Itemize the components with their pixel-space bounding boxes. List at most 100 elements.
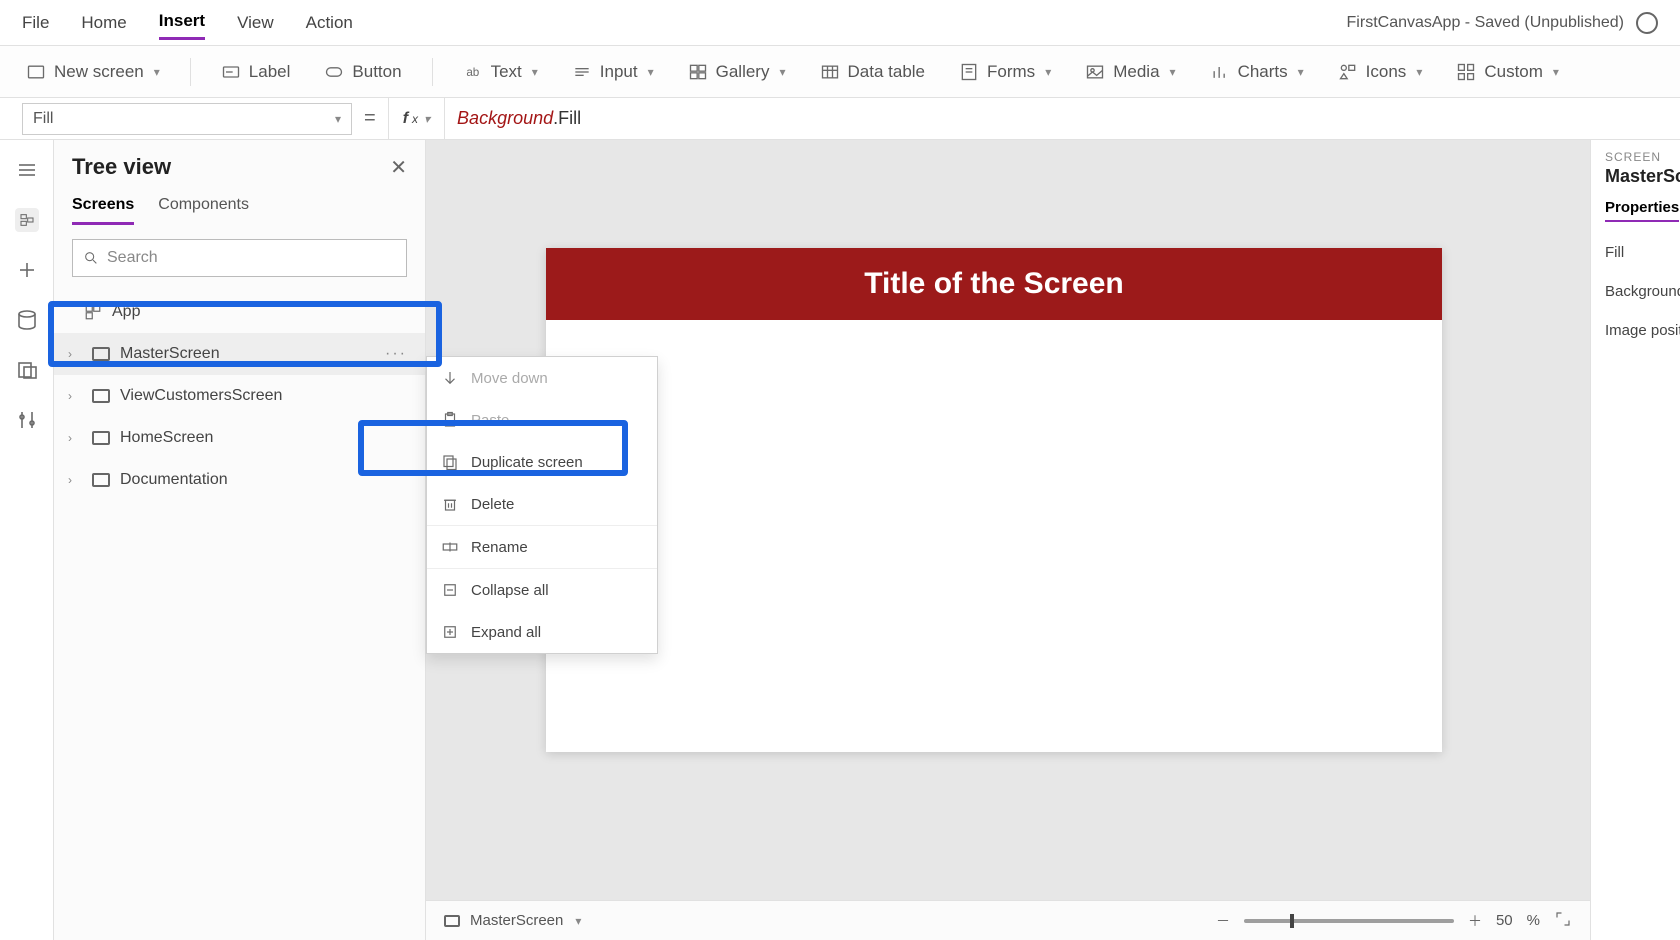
tree-item-viewcustomers[interactable]: › ViewCustomersScreen bbox=[54, 375, 425, 417]
icons-label: Icons bbox=[1366, 62, 1407, 82]
separator bbox=[432, 58, 433, 86]
fx-button[interactable]: fx ▾ bbox=[388, 98, 445, 139]
top-menu: File Home Insert View Action FirstCanvas… bbox=[0, 0, 1680, 46]
forms-label: Forms bbox=[987, 62, 1035, 82]
tab-view[interactable]: View bbox=[237, 7, 274, 39]
zoom-slider[interactable] bbox=[1244, 919, 1454, 923]
zoom-out-button[interactable]: － bbox=[1216, 911, 1230, 931]
chevron-down-icon: ▾ bbox=[532, 65, 538, 79]
icons-button[interactable]: Icons ▾ bbox=[1334, 56, 1427, 88]
zoom-in-button[interactable]: ＋ bbox=[1468, 911, 1482, 931]
charts-button[interactable]: Charts ▾ bbox=[1206, 56, 1308, 88]
left-rail bbox=[0, 140, 54, 940]
input-button[interactable]: Input ▾ bbox=[568, 56, 658, 88]
properties-tab[interactable]: Properties bbox=[1605, 199, 1679, 222]
text-button[interactable]: ab Text ▾ bbox=[459, 56, 542, 88]
tree-item-homescreen[interactable]: › HomeScreen bbox=[54, 417, 425, 459]
tree-item-app[interactable]: App bbox=[54, 291, 425, 333]
advanced-tools-icon[interactable] bbox=[15, 408, 39, 432]
app-title: FirstCanvasApp - Saved (Unpublished) bbox=[1347, 14, 1624, 32]
media-button[interactable]: Media ▾ bbox=[1081, 56, 1179, 88]
cm-duplicate-screen[interactable]: Duplicate screen bbox=[427, 441, 657, 483]
collapse-icon bbox=[441, 581, 459, 599]
tree-item-label: Documentation bbox=[120, 471, 228, 489]
screen-canvas[interactable]: Title of the Screen bbox=[546, 248, 1442, 752]
expander-icon[interactable]: › bbox=[68, 347, 82, 361]
tab-insert[interactable]: Insert bbox=[159, 5, 205, 40]
custom-button[interactable]: Custom ▾ bbox=[1452, 56, 1563, 88]
object-kind-label: SCREEN bbox=[1605, 150, 1670, 164]
tree-list: App › MasterScreen ··· › ViewCustomersSc… bbox=[54, 291, 425, 501]
status-bar: MasterScreen ▾ － ＋ 50 % bbox=[426, 900, 1590, 940]
tree-item-label: HomeScreen bbox=[120, 429, 213, 447]
app-checker-icon[interactable] bbox=[1636, 12, 1658, 34]
tab-screens[interactable]: Screens bbox=[72, 188, 134, 225]
tree-item-masterscreen[interactable]: › MasterScreen ··· bbox=[54, 333, 425, 375]
tree-view-title: Tree view bbox=[72, 154, 171, 180]
gallery-button[interactable]: Gallery ▾ bbox=[684, 56, 790, 88]
label-button[interactable]: Label bbox=[217, 56, 295, 88]
tree-view-icon[interactable] bbox=[15, 208, 39, 232]
button-button[interactable]: Button bbox=[320, 56, 405, 88]
custom-label: Custom bbox=[1484, 62, 1543, 82]
search-icon bbox=[83, 250, 99, 266]
screen-icon bbox=[92, 473, 110, 487]
status-screen-selector[interactable]: MasterScreen ▾ bbox=[444, 912, 581, 929]
screen-icon bbox=[92, 347, 110, 361]
property-selector[interactable]: Fill ▾ bbox=[22, 103, 352, 135]
chevron-down-icon: ▾ bbox=[1045, 65, 1051, 79]
expander-icon[interactable]: › bbox=[68, 431, 82, 445]
tree-item-documentation[interactable]: › Documentation bbox=[54, 459, 425, 501]
separator bbox=[190, 58, 191, 86]
expander-icon[interactable]: › bbox=[68, 473, 82, 487]
data-table-button[interactable]: Data table bbox=[816, 56, 930, 88]
insert-ribbon: New screen ▾ Label Button ab Text ▾ Inpu… bbox=[0, 46, 1680, 98]
close-icon[interactable]: ✕ bbox=[390, 155, 407, 180]
more-options-icon[interactable]: ··· bbox=[385, 345, 407, 363]
hamburger-icon[interactable] bbox=[15, 158, 39, 182]
tab-components[interactable]: Components bbox=[158, 188, 249, 225]
tree-item-label: ViewCustomersScreen bbox=[120, 387, 282, 405]
cm-rename[interactable]: Rename bbox=[427, 526, 657, 568]
expander-icon[interactable]: › bbox=[68, 389, 82, 403]
text-label: Text bbox=[491, 62, 522, 82]
data-icon[interactable] bbox=[15, 308, 39, 332]
cm-label: Duplicate screen bbox=[471, 454, 583, 471]
chevron-down-icon: ▾ bbox=[335, 112, 341, 126]
tree-search-input[interactable]: Search bbox=[72, 239, 407, 277]
add-icon[interactable] bbox=[15, 258, 39, 282]
tree-item-label: App bbox=[112, 303, 140, 321]
cm-paste[interactable]: Paste bbox=[427, 399, 657, 441]
forms-button[interactable]: Forms ▾ bbox=[955, 56, 1055, 88]
cm-label: Delete bbox=[471, 496, 514, 513]
tab-file[interactable]: File bbox=[22, 7, 49, 39]
tree-item-label: MasterScreen bbox=[120, 345, 220, 363]
zoom-value: 50 bbox=[1496, 912, 1513, 929]
cm-collapse-all[interactable]: Collapse all bbox=[427, 569, 657, 611]
screen-icon bbox=[92, 389, 110, 403]
tab-home[interactable]: Home bbox=[81, 7, 126, 39]
status-screen-name: MasterScreen bbox=[470, 912, 563, 929]
tab-action[interactable]: Action bbox=[306, 7, 353, 39]
cm-move-down[interactable]: Move down bbox=[427, 357, 657, 399]
prop-image-position[interactable]: Image position bbox=[1605, 322, 1670, 339]
screen-title-bar[interactable]: Title of the Screen bbox=[546, 248, 1442, 320]
new-screen-button[interactable]: New screen ▾ bbox=[22, 56, 164, 88]
delete-icon bbox=[441, 495, 459, 513]
screen-icon bbox=[92, 431, 110, 445]
chevron-down-icon: ▾ bbox=[154, 65, 160, 79]
prop-background[interactable]: Background bbox=[1605, 283, 1670, 300]
fit-to-window-icon[interactable] bbox=[1554, 910, 1572, 931]
prop-fill[interactable]: Fill bbox=[1605, 244, 1670, 261]
rename-icon bbox=[441, 538, 459, 556]
cm-delete[interactable]: Delete bbox=[427, 483, 657, 525]
equals-sign: = bbox=[364, 107, 376, 130]
media-rail-icon[interactable] bbox=[15, 358, 39, 382]
cm-label: Expand all bbox=[471, 624, 541, 641]
formula-token-object: Background bbox=[457, 108, 553, 128]
gallery-label: Gallery bbox=[716, 62, 770, 82]
screen-title-text: Title of the Screen bbox=[864, 267, 1124, 301]
formula-input[interactable]: Background.Fill bbox=[457, 108, 581, 129]
zoom-unit: % bbox=[1527, 912, 1540, 929]
cm-expand-all[interactable]: Expand all bbox=[427, 611, 657, 653]
